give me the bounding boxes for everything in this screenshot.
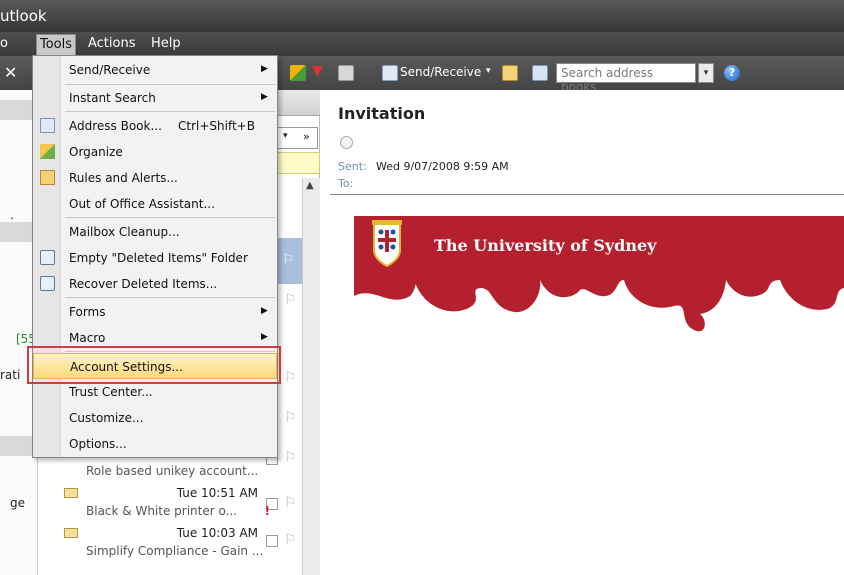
list-item[interactable]: Tue 10:51 AM Black & White printer o... … [60, 486, 270, 528]
window-title: utlook [0, 7, 47, 25]
menu-item-label: Address Book... [69, 119, 162, 133]
sent-label: Sent: [338, 160, 367, 173]
menu-item-options[interactable]: Options... [33, 431, 277, 457]
address-book-toolbar-icon[interactable] [532, 65, 548, 81]
header-divider [330, 194, 844, 195]
flag-icon[interactable]: ⚐ [284, 450, 297, 466]
rules-icon [40, 170, 55, 185]
tools-menu: Send/Receive ▶ Instant Search ▶ Address … [32, 55, 278, 458]
arrange-dropdown-icon: ▾ [283, 131, 288, 141]
flag-icon[interactable]: ⚐ [284, 532, 297, 548]
follow-up-flag-icon[interactable]: ▼ [312, 63, 328, 79]
mail-list-scrollbar[interactable]: ▲ [302, 178, 320, 575]
menu-item-send-receive[interactable]: Send/Receive ▶ [33, 57, 277, 83]
close-icon[interactable]: ✕ [4, 63, 17, 82]
envelope-icon [64, 488, 78, 498]
menu-item-label: Empty "Deleted Items" Folder [69, 251, 248, 265]
menu-item-label: Macro [69, 331, 106, 345]
flag-icon[interactable]: ⚐ [282, 252, 295, 268]
menu-item-mailbox-cleanup[interactable]: Mailbox Cleanup... [33, 219, 277, 245]
menu-item-label: Organize [69, 145, 123, 159]
flag-icon[interactable]: ⚐ [284, 370, 297, 386]
menu-separator [65, 217, 275, 218]
find-contact-icon[interactable] [502, 65, 518, 81]
menu-item-recover-deleted-items[interactable]: Recover Deleted Items... [33, 271, 277, 297]
mail-subject: Black & White printer o... [86, 504, 238, 518]
title-bar: utlook [0, 0, 844, 32]
university-crest-icon [372, 220, 402, 268]
menu-item-empty-deleted-items[interactable]: Empty "Deleted Items" Folder [33, 245, 277, 271]
empty-deleted-icon [40, 250, 55, 265]
mail-subject: Role based unikey account... [86, 464, 259, 478]
menu-item-label: Forms [69, 305, 106, 319]
nav-fragment-dot: . [10, 208, 14, 222]
menu-item-label: Rules and Alerts... [69, 171, 178, 185]
menu-help[interactable]: Help [151, 36, 181, 51]
menu-separator [65, 111, 275, 112]
menu-item-out-of-office[interactable]: Out of Office Assistant... [33, 191, 277, 217]
scroll-up-icon[interactable]: ▲ [306, 180, 314, 191]
banner-title: The University of Sydney [434, 236, 657, 255]
menu-item-label: Customize... [69, 411, 144, 425]
submenu-arrow-icon: ▶ [261, 332, 268, 342]
menu-item-rules-and-alerts[interactable]: Rules and Alerts... [33, 165, 277, 191]
menu-item-organize[interactable]: Organize [33, 139, 277, 165]
menu-item-forms[interactable]: Forms ▶ [33, 299, 277, 325]
recover-icon [40, 276, 55, 291]
envelope-icon [64, 528, 78, 538]
submenu-arrow-icon: ▶ [261, 92, 268, 102]
menu-actions[interactable]: Actions [88, 36, 136, 51]
menu-item-label: Options... [69, 437, 127, 451]
search-address-books-input[interactable]: Search address books [556, 63, 696, 94]
menu-separator [65, 297, 275, 298]
menu-item-label: Mailbox Cleanup... [69, 225, 180, 239]
menu-item-instant-search[interactable]: Instant Search ▶ [33, 85, 277, 111]
send-receive-button[interactable]: Send/Receive [400, 65, 481, 79]
menu-item-label: Send/Receive [69, 63, 151, 77]
address-book-icon [40, 118, 55, 133]
highlight-annotation [27, 346, 281, 384]
list-item[interactable]: Tue 10:03 AM Simplify Compliance - Gain … [60, 526, 264, 568]
menu-item-customize[interactable]: Customize... [33, 405, 277, 431]
organize-icon [40, 144, 55, 159]
expand-icon[interactable]: » [303, 130, 310, 143]
flag-icon[interactable]: ⚐ [284, 292, 297, 308]
mail-subject: Simplify Compliance - Gain ... [86, 544, 264, 558]
menu-tools[interactable]: Tools [36, 34, 77, 56]
mail-time: Tue 10:51 AM [176, 486, 258, 500]
mail-checkbox[interactable] [266, 535, 278, 547]
high-importance-icon: ! [264, 504, 270, 518]
read-status-icon[interactable] [340, 136, 353, 149]
menu-item-shortcut: Ctrl+Shift+B [178, 119, 255, 133]
sent-value: Wed 9/07/2008 9:59 AM [376, 160, 509, 173]
menu-go[interactable]: o [0, 36, 8, 51]
menu-item-label: Out of Office Assistant... [69, 197, 215, 211]
submenu-arrow-icon: ▶ [261, 64, 268, 74]
menu-item-address-book[interactable]: Address Book... Ctrl+Shift+B [33, 113, 277, 139]
to-label: To: [338, 177, 354, 190]
search-dropdown-icon[interactable]: ▾ [698, 63, 714, 83]
help-icon[interactable]: ? [724, 65, 740, 81]
menu-bar: o Tools Actions Help [0, 32, 844, 56]
rules-toolbar-icon[interactable] [338, 65, 354, 81]
submenu-arrow-icon: ▶ [261, 306, 268, 316]
menu-item-label: Instant Search [69, 91, 156, 105]
menu-item-label: Trust Center... [69, 385, 153, 399]
send-receive-icon[interactable] [382, 65, 398, 81]
send-receive-dropdown-icon[interactable]: ▾ [486, 66, 491, 76]
message-subject: Invitation [338, 104, 426, 123]
categorize-icon[interactable] [290, 65, 306, 81]
menu-item-label: Recover Deleted Items... [69, 277, 218, 291]
nav-fragment-ge[interactable]: ge [10, 496, 25, 510]
mail-time: Tue 10:03 AM [176, 526, 258, 540]
nav-fragment-rati[interactable]: rati [0, 368, 20, 382]
flag-icon[interactable]: ⚐ [284, 495, 297, 511]
flag-icon[interactable]: ⚐ [284, 410, 297, 426]
